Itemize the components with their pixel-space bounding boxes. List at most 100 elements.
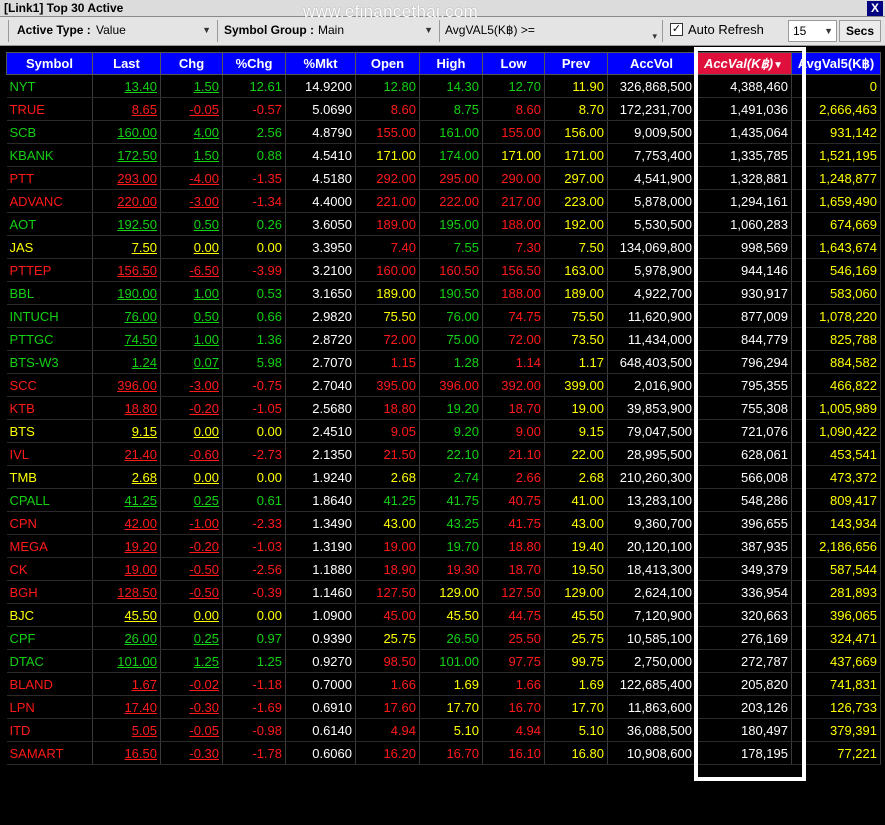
cell-last[interactable]: 190.00 (92, 281, 161, 305)
cell-chg[interactable]: 0.00 (160, 419, 223, 443)
cell-symbol[interactable]: BJC (6, 603, 93, 627)
cell-chg[interactable]: 0.07 (160, 350, 223, 374)
cell-symbol[interactable]: BTS-W3 (6, 350, 93, 374)
cell-symbol[interactable]: CPF (6, 626, 93, 650)
cell-chg[interactable]: -0.02 (160, 672, 223, 696)
table-row[interactable]: PTTEP 156.50 -6.50 -3.99 3.2100 160.00 160.50 1… (6, 258, 881, 282)
cell-last[interactable]: 19.20 (92, 534, 161, 558)
auto-refresh-checkbox[interactable]: ✓ (670, 23, 683, 36)
cell-symbol[interactable]: MEGA (6, 534, 93, 558)
cell-symbol[interactable]: TRUE (6, 97, 93, 121)
cell-symbol[interactable]: KTB (6, 396, 93, 420)
cell-last[interactable]: 21.40 (92, 442, 161, 466)
table-row[interactable]: ITD 5.05 -0.05 -0.98 0.6140 4.94 5.10 4.94 5.10 3… (6, 718, 881, 742)
cell-last[interactable]: 9.15 (92, 419, 161, 443)
table-row[interactable]: NYT 13.40 1.50 12.61 14.9200 12.80 14.30 12.70 1… (6, 74, 881, 98)
table-row[interactable]: CPF 26.00 0.25 0.97 0.9390 25.75 26.50 25.50 25.… (6, 626, 881, 650)
cell-last[interactable]: 16.50 (92, 741, 161, 765)
table-row[interactable]: BBL 190.00 1.00 0.53 3.1650 189.00 190.50 188.0… (6, 281, 881, 305)
table-row[interactable]: ADVANC 220.00 -3.00 -1.34 4.4000 221.00 222.00… (6, 189, 881, 213)
symbol-group-select[interactable]: Main ▼ (314, 20, 436, 42)
cell-symbol[interactable]: PTT (6, 166, 93, 190)
cell-chg[interactable]: -0.60 (160, 442, 223, 466)
cell-chg[interactable]: -1.00 (160, 511, 223, 535)
cell-last[interactable]: 101.00 (92, 649, 161, 673)
table-row[interactable]: KBANK 172.50 1.50 0.88 4.5410 171.00 174.00 171… (6, 143, 881, 167)
cell-symbol[interactable]: IVL (6, 442, 93, 466)
cell-chg[interactable]: 1.50 (160, 143, 223, 167)
cell-chg[interactable]: 1.50 (160, 74, 223, 98)
cell-last[interactable]: 5.05 (92, 718, 161, 742)
table-row[interactable]: SCB 160.00 4.00 2.56 4.8790 155.00 161.00 155.0… (6, 120, 881, 144)
cell-last[interactable]: 172.50 (92, 143, 161, 167)
cell-symbol[interactable]: CPN (6, 511, 93, 535)
cell-chg[interactable]: 0.25 (160, 626, 223, 650)
column-header-prev[interactable]: Prev (544, 52, 608, 75)
cell-last[interactable]: 192.50 (92, 212, 161, 236)
table-row[interactable]: BJC 45.50 0.00 0.00 1.0900 45.00 45.50 44.75 45.… (6, 603, 881, 627)
cell-last[interactable]: 8.65 (92, 97, 161, 121)
column-header-accvol[interactable]: AccVol (607, 52, 696, 75)
cell-chg[interactable]: 0.00 (160, 465, 223, 489)
cell-chg[interactable]: 0.25 (160, 488, 223, 512)
table-row[interactable]: CK 19.00 -0.50 -2.56 1.1880 18.90 19.30 18.70 19… (6, 557, 881, 581)
table-row[interactable]: PTT 293.00 -4.00 -1.35 4.5180 292.00 295.00 290… (6, 166, 881, 190)
cell-last[interactable]: 7.50 (92, 235, 161, 259)
cell-chg[interactable]: 4.00 (160, 120, 223, 144)
cell-symbol[interactable]: SCC (6, 373, 93, 397)
cell-symbol[interactable]: BGH (6, 580, 93, 604)
cell-symbol[interactable]: SCB (6, 120, 93, 144)
table-row[interactable]: KTB 18.80 -0.20 -1.05 2.5680 18.80 19.20 18.70 1… (6, 396, 881, 420)
cell-symbol[interactable]: NYT (6, 74, 93, 98)
table-row[interactable]: BTS-W3 1.24 0.07 5.98 2.7070 1.15 1.28 1.14 1.17… (6, 350, 881, 374)
refresh-interval-select[interactable]: 15 ▼ (788, 20, 837, 42)
cell-symbol[interactable]: AOT (6, 212, 93, 236)
cell-last[interactable]: 128.50 (92, 580, 161, 604)
cell-chg[interactable]: 1.00 (160, 281, 223, 305)
cell-symbol[interactable]: DTAC (6, 649, 93, 673)
cell-symbol[interactable]: TMB (6, 465, 93, 489)
column-header-high[interactable]: High (419, 52, 483, 75)
cell-symbol[interactable]: SAMART (6, 741, 93, 765)
cell-last[interactable]: 26.00 (92, 626, 161, 650)
table-row[interactable]: DTAC 101.00 1.25 1.25 0.9270 98.50 101.00 97.75… (6, 649, 881, 673)
column-header-open[interactable]: Open (355, 52, 420, 75)
cell-symbol[interactable]: BLAND (6, 672, 93, 696)
table-row[interactable]: SAMART 16.50 -0.30 -1.78 0.6060 16.20 16.70 16.… (6, 741, 881, 765)
cell-last[interactable]: 17.40 (92, 695, 161, 719)
table-row[interactable]: IVL 21.40 -0.60 -2.73 2.1350 21.50 22.10 21.10 2… (6, 442, 881, 466)
cell-last[interactable]: 220.00 (92, 189, 161, 213)
cell-last[interactable]: 1.67 (92, 672, 161, 696)
table-row[interactable]: TRUE 8.65 -0.05 -0.57 5.0690 8.60 8.75 8.60 8.70… (6, 97, 881, 121)
cell-symbol[interactable]: ITD (6, 718, 93, 742)
cell-chg[interactable]: 0.50 (160, 304, 223, 328)
cell-chg[interactable]: -0.30 (160, 695, 223, 719)
table-row[interactable]: MEGA 19.20 -0.20 -1.03 1.3190 19.00 19.70 18.80… (6, 534, 881, 558)
cell-chg[interactable]: -0.20 (160, 534, 223, 558)
table-row[interactable]: TMB 2.68 0.00 0.00 1.9240 2.68 2.74 2.66 2.68 210… (6, 465, 881, 489)
cell-symbol[interactable]: BBL (6, 281, 93, 305)
column-header-low[interactable]: Low (482, 52, 545, 75)
cell-last[interactable]: 156.50 (92, 258, 161, 282)
table-row[interactable]: CPALL 41.25 0.25 0.61 1.8640 41.25 41.75 40.75 4… (6, 488, 881, 512)
table-row[interactable]: INTUCH 76.00 0.50 0.66 2.9820 75.50 76.00 74.75… (6, 304, 881, 328)
cell-chg[interactable]: 1.00 (160, 327, 223, 351)
cell-chg[interactable]: 0.50 (160, 212, 223, 236)
table-row[interactable]: LPN 17.40 -0.30 -1.69 0.6910 17.60 17.70 16.70 1… (6, 695, 881, 719)
cell-symbol[interactable]: PTTGC (6, 327, 93, 351)
cell-symbol[interactable]: CK (6, 557, 93, 581)
cell-last[interactable]: 396.00 (92, 373, 161, 397)
table-row[interactable]: BLAND 1.67 -0.02 -1.18 0.7000 1.66 1.69 1.66 1.6… (6, 672, 881, 696)
cell-symbol[interactable]: BTS (6, 419, 93, 443)
cell-last[interactable]: 1.24 (92, 350, 161, 374)
table-row[interactable]: AOT 192.50 0.50 0.26 3.6050 189.00 195.00 188.0… (6, 212, 881, 236)
cell-symbol[interactable]: INTUCH (6, 304, 93, 328)
cell-chg[interactable]: 1.25 (160, 649, 223, 673)
cell-symbol[interactable]: KBANK (6, 143, 93, 167)
cell-chg[interactable]: -3.00 (160, 189, 223, 213)
cell-symbol[interactable]: JAS (6, 235, 93, 259)
column-header-pmkt[interactable]: %Mkt (285, 52, 356, 75)
cell-chg[interactable]: 0.00 (160, 235, 223, 259)
cell-last[interactable]: 41.25 (92, 488, 161, 512)
cell-symbol[interactable]: CPALL (6, 488, 93, 512)
